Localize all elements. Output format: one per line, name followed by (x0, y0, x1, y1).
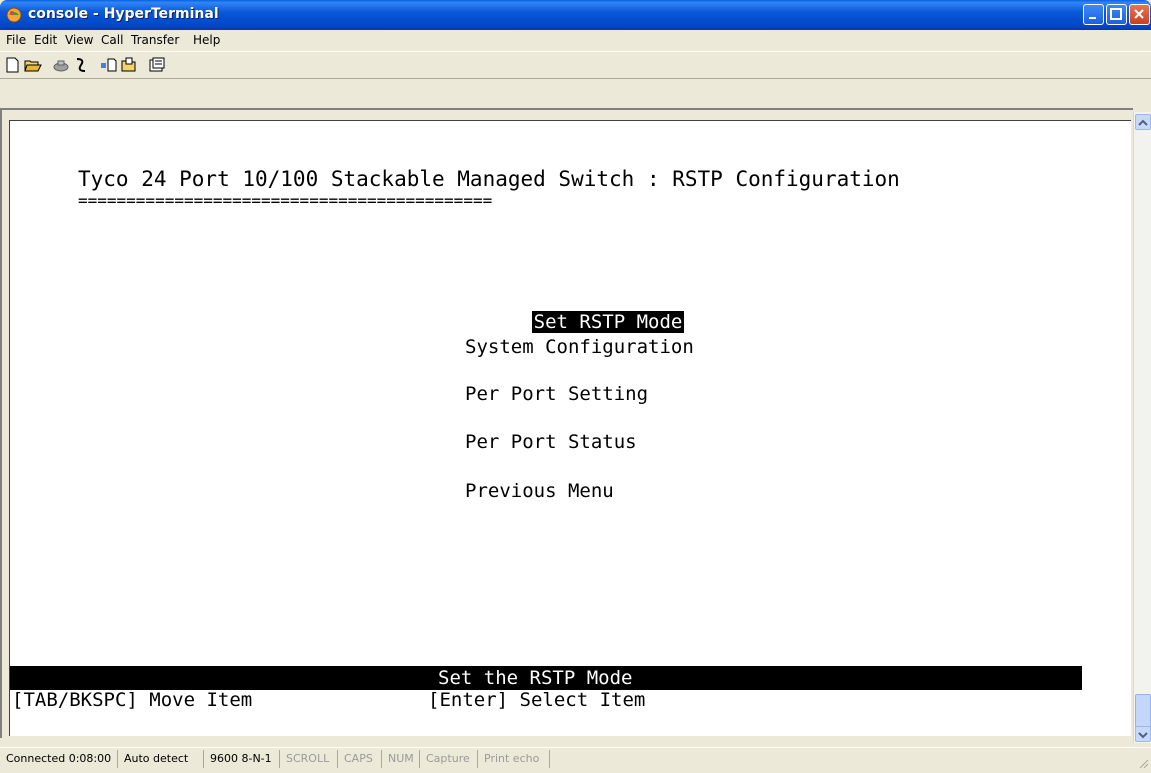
hint-move-item: [TAB/BKSPC] Move Item (12, 689, 253, 711)
chevron-down-icon (1138, 732, 1148, 739)
menu-transfer[interactable]: Transfer (131, 33, 179, 47)
option-label: Set RSTP Mode (531, 311, 685, 333)
menu-edit[interactable]: Edit (34, 33, 57, 47)
scroll-down-button[interactable] (1135, 726, 1151, 742)
new-icon[interactable] (4, 57, 22, 73)
terminal-status-message: Set the RSTP Mode (438, 667, 633, 689)
disconnect-icon[interactable] (72, 57, 90, 73)
option-previous-menu[interactable]: Previous Menu (465, 479, 614, 503)
menu-file[interactable]: File (6, 33, 26, 47)
status-num: NUM (382, 750, 420, 768)
chevron-up-icon (1138, 119, 1148, 126)
properties-icon[interactable] (148, 57, 166, 73)
status-port-settings: 9600 8-N-1 (204, 750, 280, 768)
hyperterminal-window: console - HyperTerminal File Edit View C… (0, 0, 1151, 770)
terminal-screen[interactable]: Tyco 24 Port 10/100 Stackable Managed Sw… (9, 120, 1131, 736)
option-per-port-status[interactable]: Per Port Status (465, 430, 637, 454)
open-icon[interactable] (24, 57, 42, 73)
resize-grip-icon[interactable] (1137, 754, 1149, 773)
menu-help[interactable]: Help (193, 33, 220, 47)
title-bar[interactable]: console - HyperTerminal (0, 0, 1151, 30)
option-per-port-setting[interactable]: Per Port Setting (465, 382, 648, 406)
option-system-configuration[interactable]: System Configuration (465, 335, 694, 359)
scroll-thumb[interactable] (1135, 694, 1151, 728)
status-bar: Connected 0:08:00 Auto detect 9600 8-N-1… (0, 747, 1151, 770)
status-connected: Connected 0:08:00 (0, 750, 118, 768)
menu-call[interactable]: Call (101, 33, 123, 47)
close-button[interactable] (1129, 4, 1150, 25)
maximize-button[interactable] (1106, 4, 1127, 25)
menu-view[interactable]: View (65, 33, 93, 47)
vertical-scrollbar[interactable] (1133, 112, 1151, 743)
send-icon[interactable] (100, 57, 118, 73)
call-icon[interactable] (52, 57, 70, 73)
status-scroll: SCROLL (280, 750, 338, 768)
menu-bar: File Edit View Call Transfer Help (0, 30, 1151, 51)
scroll-up-button[interactable] (1135, 114, 1151, 130)
terminal-header: Tyco 24 Port 10/100 Stackable Managed Sw… (78, 167, 900, 191)
hint-select-item: [Enter] Select Item (428, 689, 646, 711)
toolbar (0, 51, 1151, 79)
status-auto-detect: Auto detect (118, 750, 204, 768)
receive-icon[interactable] (120, 57, 138, 73)
hyperterminal-app-icon (5, 6, 23, 24)
status-caps: CAPS (338, 750, 382, 768)
status-capture: Capture (420, 750, 478, 768)
status-print-echo: Print echo (478, 750, 550, 768)
window-title: console - HyperTerminal (28, 6, 219, 22)
header-underline: ========================================… (78, 191, 493, 210)
minimize-button[interactable] (1083, 4, 1104, 25)
